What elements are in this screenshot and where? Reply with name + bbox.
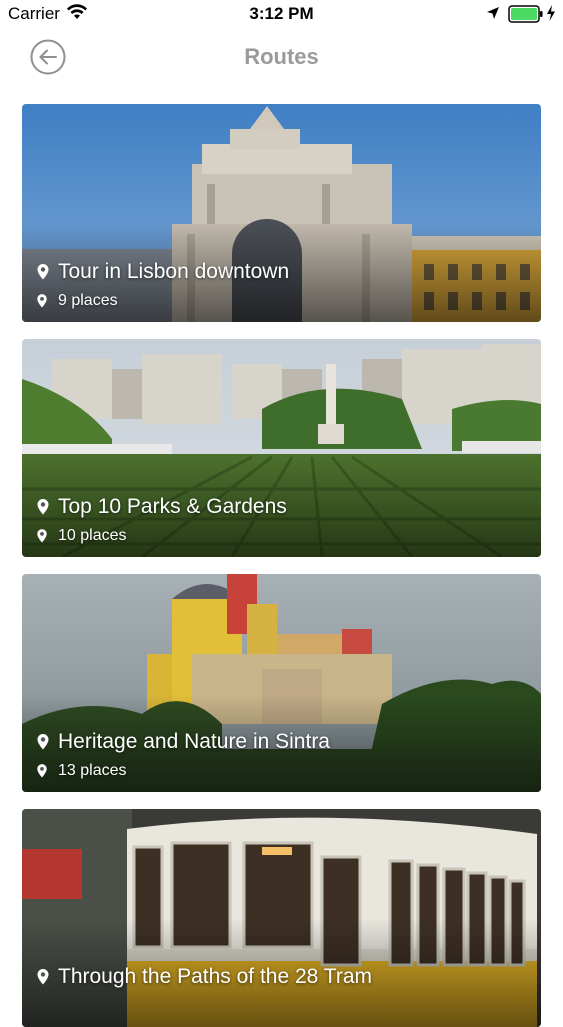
location-pin-icon <box>37 294 47 308</box>
route-title: Top 10 Parks & Gardens <box>36 495 287 519</box>
location-arrow-icon <box>486 6 500 25</box>
clock-time: 3:12 PM <box>249 4 314 23</box>
route-places-count: 10 places <box>58 527 127 544</box>
route-card-lisbon-downtown[interactable]: Tour in Lisbon downtown 9 places <box>22 104 541 322</box>
location-pin-icon <box>37 264 49 280</box>
status-bar: Carrier 3:12 PM <box>0 0 563 30</box>
route-title-text: Heritage and Nature in Sintra <box>58 730 330 753</box>
route-title: Heritage and Nature in Sintra <box>36 730 330 754</box>
page-title: Routes <box>244 44 319 69</box>
route-card-parks-gardens[interactable]: Top 10 Parks & Gardens 10 places <box>22 339 541 557</box>
charging-bolt-icon <box>546 4 556 27</box>
route-title-text: Through the Paths of the 28 Tram <box>58 965 373 988</box>
route-places: 9 places <box>36 292 118 310</box>
route-places: 13 places <box>36 762 127 780</box>
route-image-palace <box>22 574 541 792</box>
route-title: Through the Paths of the 28 Tram <box>36 965 372 989</box>
route-image-park <box>22 339 541 557</box>
route-places-count: 13 places <box>58 762 127 779</box>
route-card-tram-28[interactable]: Through the Paths of the 28 Tram <box>22 809 541 1027</box>
route-image-tram <box>22 809 541 1027</box>
route-image-arch <box>22 104 541 322</box>
location-pin-icon <box>37 734 49 750</box>
location-pin-icon <box>37 969 49 985</box>
battery-icon <box>508 5 544 28</box>
route-title: Tour in Lisbon downtown <box>36 260 289 284</box>
location-pin-icon <box>37 764 47 778</box>
route-title-text: Tour in Lisbon downtown <box>58 260 290 283</box>
route-places: 10 places <box>36 527 127 545</box>
route-card-sintra[interactable]: Heritage and Nature in Sintra 13 places <box>22 574 541 792</box>
location-pin-icon <box>37 529 47 543</box>
route-places-count: 9 places <box>58 292 118 309</box>
route-title-text: Top 10 Parks & Gardens <box>58 495 287 518</box>
navigation-bar: Routes <box>0 30 563 86</box>
location-pin-icon <box>37 499 49 515</box>
